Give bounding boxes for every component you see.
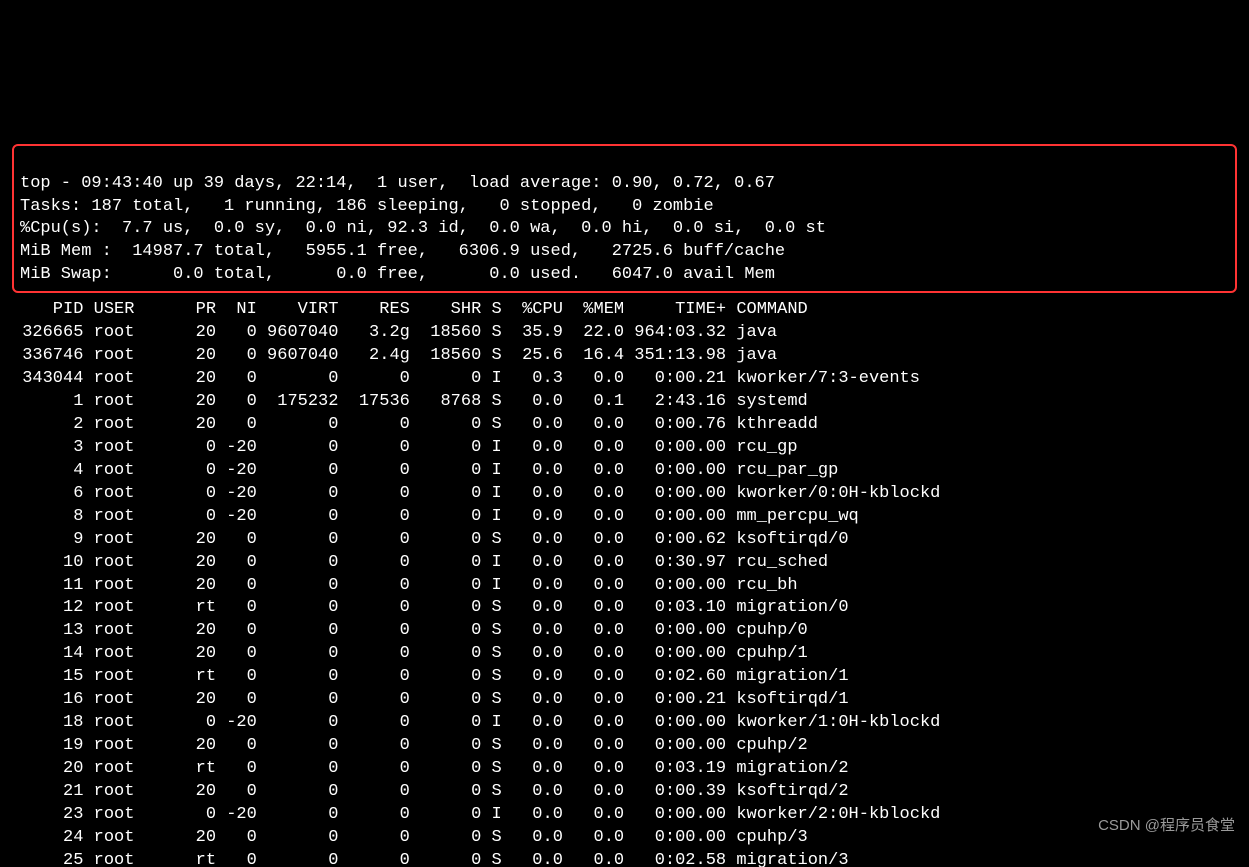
process-row: 24 root 20 0 0 0 0 S 0.0 0.0 0:00.00 cpu… [12, 827, 1237, 850]
summary-line-3: %Cpu(s): 7.7 us, 0.0 sy, 0.0 ni, 92.3 id… [20, 219, 826, 238]
terminal[interactable]: top - 09:43:40 up 39 days, 22:14, 1 user… [0, 92, 1249, 867]
process-row: 21 root 20 0 0 0 0 S 0.0 0.0 0:00.39 kso… [12, 781, 1237, 804]
process-row: 23 root 0 -20 0 0 0 I 0.0 0.0 0:00.00 kw… [12, 804, 1237, 827]
process-row: 19 root 20 0 0 0 0 S 0.0 0.0 0:00.00 cpu… [12, 735, 1237, 758]
process-table-body: 326665 root 20 0 9607040 3.2g 18560 S 35… [12, 322, 1237, 867]
process-row: 9 root 20 0 0 0 0 S 0.0 0.0 0:00.62 ksof… [12, 529, 1237, 552]
summary-box: top - 09:43:40 up 39 days, 22:14, 1 user… [12, 144, 1237, 294]
process-row: 25 root rt 0 0 0 0 S 0.0 0.0 0:02.58 mig… [12, 850, 1237, 867]
process-row: 3 root 0 -20 0 0 0 I 0.0 0.0 0:00.00 rcu… [12, 437, 1237, 460]
summary-line-1: top - 09:43:40 up 39 days, 22:14, 1 user… [20, 174, 775, 193]
summary-line-2: Tasks: 187 total, 1 running, 186 sleepin… [20, 197, 714, 216]
process-row: 6 root 0 -20 0 0 0 I 0.0 0.0 0:00.00 kwo… [12, 483, 1237, 506]
process-row: 336746 root 20 0 9607040 2.4g 18560 S 25… [12, 345, 1237, 368]
process-row: 11 root 20 0 0 0 0 I 0.0 0.0 0:00.00 rcu… [12, 575, 1237, 598]
process-row: 343044 root 20 0 0 0 0 I 0.3 0.0 0:00.21… [12, 368, 1237, 391]
process-row: 8 root 0 -20 0 0 0 I 0.0 0.0 0:00.00 mm_… [12, 506, 1237, 529]
process-table: PID USER PR NI VIRT RES SHR S %CPU %MEM … [12, 299, 1237, 867]
process-row: 4 root 0 -20 0 0 0 I 0.0 0.0 0:00.00 rcu… [12, 460, 1237, 483]
process-row: 2 root 20 0 0 0 0 S 0.0 0.0 0:00.76 kthr… [12, 414, 1237, 437]
process-row: 15 root rt 0 0 0 0 S 0.0 0.0 0:02.60 mig… [12, 666, 1237, 689]
process-row: 14 root 20 0 0 0 0 S 0.0 0.0 0:00.00 cpu… [12, 643, 1237, 666]
process-row: 18 root 0 -20 0 0 0 I 0.0 0.0 0:00.00 kw… [12, 712, 1237, 735]
process-table-header: PID USER PR NI VIRT RES SHR S %CPU %MEM … [12, 299, 1237, 322]
process-row: 326665 root 20 0 9607040 3.2g 18560 S 35… [12, 322, 1237, 345]
summary-line-4: MiB Mem : 14987.7 total, 5955.1 free, 63… [20, 242, 785, 261]
process-row: 13 root 20 0 0 0 0 S 0.0 0.0 0:00.00 cpu… [12, 620, 1237, 643]
process-row: 20 root rt 0 0 0 0 S 0.0 0.0 0:03.19 mig… [12, 758, 1237, 781]
process-row: 12 root rt 0 0 0 0 S 0.0 0.0 0:03.10 mig… [12, 597, 1237, 620]
process-row: 10 root 20 0 0 0 0 I 0.0 0.0 0:30.97 rcu… [12, 552, 1237, 575]
summary-line-5: MiB Swap: 0.0 total, 0.0 free, 0.0 used.… [20, 265, 775, 284]
process-row: 1 root 20 0 175232 17536 8768 S 0.0 0.1 … [12, 391, 1237, 414]
process-row: 16 root 20 0 0 0 0 S 0.0 0.0 0:00.21 kso… [12, 689, 1237, 712]
